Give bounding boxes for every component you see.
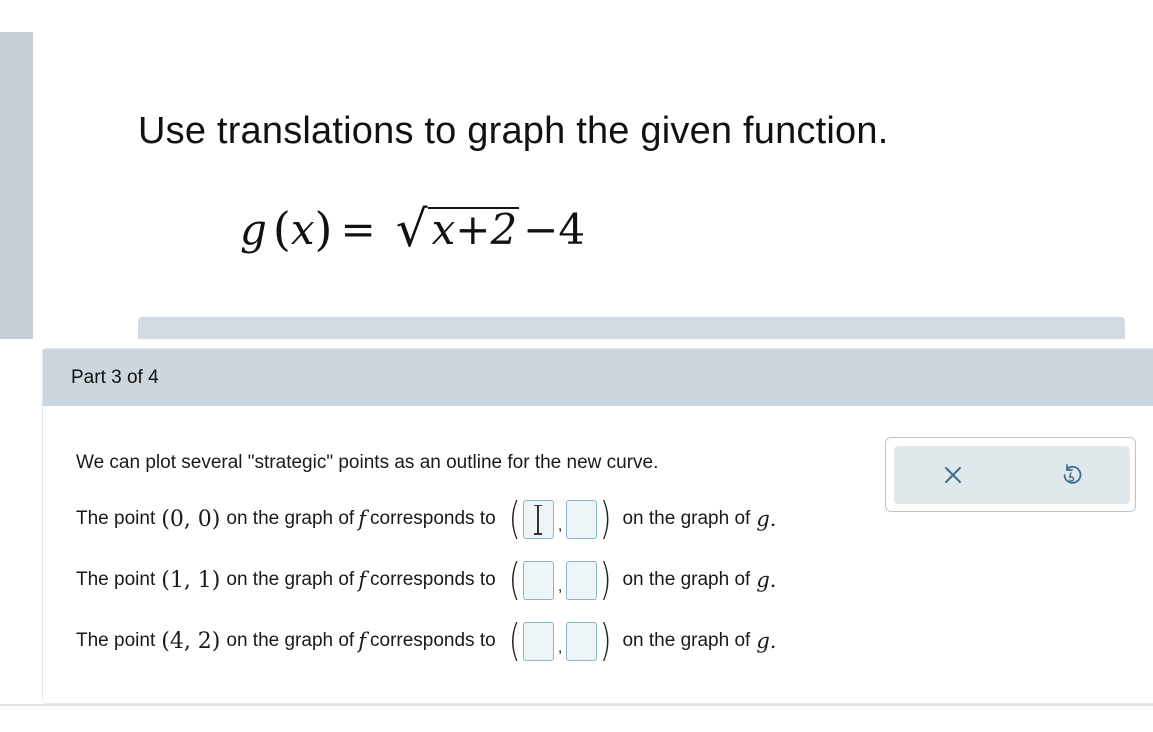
row-point: (4, 2) <box>161 628 221 654</box>
row-point: (0, 0) <box>161 506 221 532</box>
answer-open-paren: ( <box>508 554 521 605</box>
bottom-divider <box>0 704 1153 706</box>
answer-pair-1: ( , ) <box>506 495 615 543</box>
toolbox-inner <box>894 446 1130 504</box>
formula-function-name: g <box>240 204 267 254</box>
answer-pair-2: ( , ) <box>506 556 615 604</box>
row-point: (1, 1) <box>161 567 221 593</box>
x-input-2[interactable] <box>522 560 554 600</box>
y-input-1[interactable] <box>566 499 598 539</box>
question-divider <box>138 317 1125 339</box>
y-input-2[interactable] <box>566 560 598 600</box>
point-row-2: The point (1, 1) on the graph of f corre… <box>76 556 776 604</box>
formula-variable: x <box>290 204 315 254</box>
left-side-bar <box>0 32 33 339</box>
answer-comma: , <box>557 578 563 595</box>
formula-close-paren: ) <box>314 202 333 256</box>
point-row-1: The point (0, 0) on the graph of f corre… <box>76 495 776 543</box>
row-corresponds: corresponds to <box>370 630 496 651</box>
row-f: f <box>358 568 366 592</box>
answer-comma: , <box>557 517 563 534</box>
row-f: f <box>358 507 366 531</box>
formula-radicand: x+2 <box>427 207 520 251</box>
answer-comma: , <box>557 639 563 656</box>
y-input-3[interactable] <box>566 621 598 661</box>
row-suffix: on the graph of <box>622 508 751 529</box>
answer-pair-3: ( , ) <box>506 617 615 665</box>
undo-button[interactable] <box>1041 453 1101 497</box>
undo-icon <box>1063 464 1082 484</box>
sqrt-sign: √ <box>395 200 428 258</box>
formula-open-paren: ( <box>272 202 291 256</box>
formula-equals: = <box>340 204 376 254</box>
part-label: Part 3 of 4 <box>71 366 159 388</box>
row-suffix: on the graph of <box>622 630 751 651</box>
answer-open-paren: ( <box>508 493 521 544</box>
row-prefix: The point <box>76 569 156 590</box>
close-icon <box>945 467 961 483</box>
function-formula: g ( x ) = √ x+2 −4 <box>240 200 585 258</box>
x-input-1[interactable] <box>522 499 554 539</box>
row-middle: on the graph of <box>226 508 355 529</box>
part-card: Part 3 of 4 We can plot several "strateg… <box>42 348 1153 704</box>
row-middle: on the graph of <box>226 569 355 590</box>
row-middle: on the graph of <box>226 630 355 651</box>
row-prefix: The point <box>76 630 156 651</box>
part-intro: We can plot several "strategic" points a… <box>76 452 659 473</box>
answer-close-paren: ) <box>599 615 612 666</box>
row-g: g. <box>756 568 777 592</box>
answer-close-paren: ) <box>599 493 612 544</box>
question-title: Use translations to graph the given func… <box>138 110 889 152</box>
row-corresponds: corresponds to <box>370 508 496 529</box>
answer-close-paren: ) <box>599 554 612 605</box>
clear-button[interactable] <box>923 453 983 497</box>
point-row-3: The point (4, 2) on the graph of f corre… <box>76 617 776 665</box>
row-g: g. <box>756 629 777 653</box>
formula-tail: −4 <box>523 204 586 254</box>
text-cursor-icon <box>533 504 542 535</box>
row-prefix: The point <box>76 508 156 529</box>
part-header: Part 3 of 4 <box>43 349 1153 406</box>
row-suffix: on the graph of <box>622 569 751 590</box>
answer-open-paren: ( <box>508 615 521 666</box>
answer-toolbox <box>885 437 1136 512</box>
x-input-3[interactable] <box>522 621 554 661</box>
row-f: f <box>358 629 366 653</box>
row-corresponds: corresponds to <box>370 569 496 590</box>
row-g: g. <box>756 507 777 531</box>
